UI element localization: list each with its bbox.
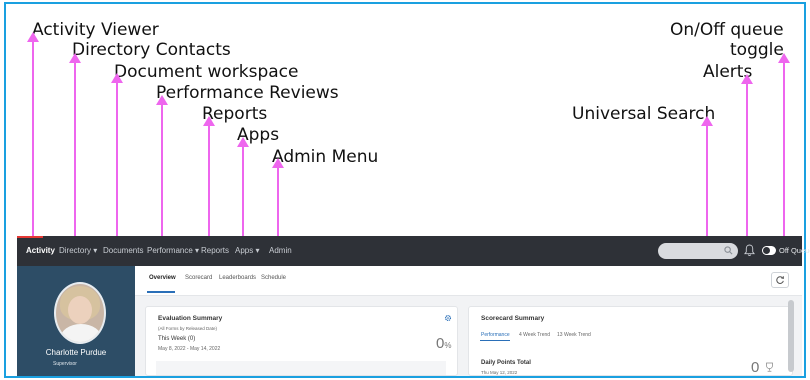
refresh-icon xyxy=(776,276,784,284)
annotation-document-workspace: Document workspace xyxy=(114,62,299,82)
search-icon xyxy=(724,246,733,255)
tab-schedule[interactable]: Schedule xyxy=(261,275,286,281)
arrow-alerts xyxy=(741,74,753,240)
top-navbar: Activity Directory ▾ Documents Performan… xyxy=(17,236,810,266)
scrollbar[interactable] xyxy=(788,300,794,372)
evaluation-placeholder xyxy=(156,361,446,375)
trophy-icon xyxy=(766,362,773,372)
subtab-underline xyxy=(480,340,510,341)
annotation-performance-reviews: Performance Reviews xyxy=(156,83,339,103)
evaluation-date-range: May 8, 2022 - May 14, 2022 xyxy=(158,346,221,352)
nav-activity[interactable]: Activity xyxy=(26,236,55,266)
active-tab-underline xyxy=(147,291,175,293)
annotation-queue-toggle-line2: toggle xyxy=(730,40,784,60)
nav-apps[interactable]: Apps ▾ xyxy=(235,236,259,266)
evaluation-summary-title: Evaluation Summary xyxy=(158,315,223,322)
annotation-directory-contacts: Directory Contacts xyxy=(72,40,231,60)
profile-name: Charlotte Purdue xyxy=(45,348,107,357)
evaluation-value: 0% xyxy=(436,335,452,352)
queue-toggle[interactable] xyxy=(762,246,776,255)
arrow-queue-toggle xyxy=(778,53,790,240)
arrow-directory xyxy=(69,53,81,240)
annotation-admin-menu: Admin Menu xyxy=(272,147,379,167)
arrow-admin xyxy=(272,158,284,240)
arrow-reports xyxy=(203,116,215,240)
subtab-13-week-trend[interactable]: 13 Week Trend xyxy=(557,332,591,338)
subtab-performance[interactable]: Performance xyxy=(481,332,510,338)
subtab-4-week-trend[interactable]: 4 Week Trend xyxy=(519,332,550,338)
profile-role: Supervisor xyxy=(53,361,77,367)
bell-icon[interactable] xyxy=(744,244,755,257)
arrow-apps xyxy=(237,137,249,240)
queue-toggle-label: Off Queue xyxy=(779,246,810,255)
metric-value: 0 xyxy=(751,359,760,376)
annotation-queue-toggle-line1: On/Off queue xyxy=(670,20,784,40)
scorecard-summary-card: Scorecard Summary Performance 4 Week Tre… xyxy=(468,306,793,376)
metric-date: Thu May 12, 2022 xyxy=(481,370,518,375)
tab-bar: Overview Scorecard Leaderboards Schedule xyxy=(135,266,802,296)
nav-admin[interactable]: Admin xyxy=(269,236,292,266)
arrow-search xyxy=(701,116,713,240)
nav-directory[interactable]: Directory ▾ xyxy=(59,236,97,266)
annotation-activity-viewer: Activity Viewer xyxy=(32,20,159,40)
evaluation-summary-card: Evaluation Summary (All Forms by Release… xyxy=(145,306,458,376)
tab-scorecard[interactable]: Scorecard xyxy=(185,275,212,281)
tab-overview[interactable]: Overview xyxy=(149,275,176,281)
settings-gear-icon[interactable] xyxy=(444,314,452,322)
metric-title: Daily Points Total xyxy=(481,360,531,366)
nav-reports[interactable]: Reports xyxy=(201,236,229,266)
scorecard-summary-title: Scorecard Summary xyxy=(481,315,545,322)
arrow-performance xyxy=(156,95,168,240)
tab-leaderboards[interactable]: Leaderboards xyxy=(219,275,256,281)
nav-performance[interactable]: Performance ▾ xyxy=(147,236,199,266)
refresh-button[interactable] xyxy=(771,272,789,288)
arrow-documents xyxy=(111,73,123,240)
main-content: Overview Scorecard Leaderboards Schedule… xyxy=(135,266,802,376)
universal-search-input[interactable] xyxy=(658,243,738,259)
avatar[interactable] xyxy=(54,282,106,344)
evaluation-summary-subtitle: (All Forms by Released Date) xyxy=(158,326,218,331)
profile-sidebar: Charlotte Purdue Supervisor xyxy=(17,266,135,376)
nav-documents[interactable]: Documents xyxy=(103,236,143,266)
evaluation-week-label: This Week (0) xyxy=(158,336,196,342)
arrow-activity xyxy=(27,32,39,240)
annotation-universal-search: Universal Search xyxy=(572,104,716,124)
